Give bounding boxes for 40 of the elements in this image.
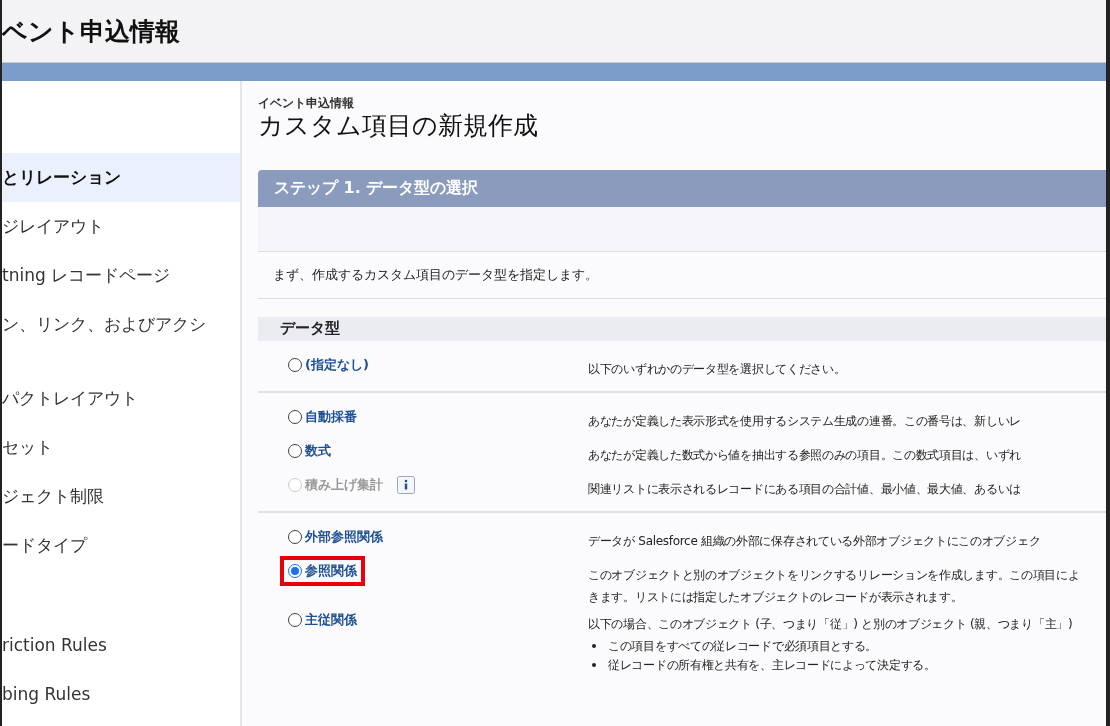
radio-button[interactable] xyxy=(288,529,302,544)
radio-button[interactable] xyxy=(288,409,302,424)
highlighted-option[interactable]: 参照関係 xyxy=(280,555,365,586)
sidebar-item[interactable]: riction Rules xyxy=(2,620,240,669)
bullet-icon xyxy=(592,644,596,648)
option-description: このオブジェクトと別のオブジェクトをリンクするリレーションを作成します。この項目によ xyxy=(588,566,1081,584)
radio-button[interactable] xyxy=(288,612,302,627)
section-heading: データ型 xyxy=(258,316,1106,341)
page-title: カスタム項目の新規作成 xyxy=(258,112,539,140)
radio-button[interactable] xyxy=(288,443,302,458)
radio-option[interactable]: 主従関係 xyxy=(280,604,365,635)
sidebar-item[interactable]: ードタイプ xyxy=(2,521,240,570)
bullet-text: この項目をすべての従レコードで必須項目とする。 xyxy=(608,637,878,655)
radio-option[interactable]: 自動採番 xyxy=(280,401,365,432)
bullet-icon xyxy=(592,663,596,667)
option-description: 以下の場合、このオブジェクト (子、つまり「従」) と別のオブジェクト (親、つまり「主」) xyxy=(588,615,1074,633)
sidebar-item[interactable]: セット xyxy=(2,423,240,472)
radio-option[interactable]: 数式 xyxy=(280,435,339,466)
sidebar-item[interactable]: とリレーション xyxy=(2,153,240,202)
sidebar-item[interactable]: ジレイアウト xyxy=(2,202,240,251)
radio-option[interactable]: (指定なし) xyxy=(280,349,377,380)
option-description: 以下のいずれかのデータ型を選択してください。 xyxy=(588,360,847,378)
breadcrumb: イベント申込情報 xyxy=(258,95,355,112)
option-description: あなたが定義した数式から値を抽出する参照のみの項目。この数式項目は、いずれ xyxy=(588,446,1022,464)
sidebar-item[interactable]: ジェクト制限 xyxy=(2,472,240,521)
radio-button[interactable] xyxy=(288,563,302,578)
instruction-text: まず、作成するカスタム項目のデータ型を指定します。 xyxy=(258,251,1106,299)
sidebar-item[interactable]: パクトレイアウト xyxy=(2,374,240,423)
sidebar-item[interactable]: ン、リンク、およびアクシ xyxy=(2,300,240,349)
option-description: きます。リストには指定したオブジェクトのレコードが表示されます。 xyxy=(588,588,964,606)
option-description: あなたが定義した表示形式を使用するシステム生成の連番。この番号は、新しいレ xyxy=(588,412,1022,430)
radio-button[interactable] xyxy=(288,357,302,372)
sidebar-item[interactable]: bing Rules xyxy=(2,669,240,718)
bullet-text: 従レコードの所有権と共有を、主レコードによって決定する。 xyxy=(608,656,936,674)
sidebar-item[interactable]: tning レコードページ xyxy=(2,251,240,300)
object-title: ベント申込情報 xyxy=(2,15,180,48)
radio-option[interactable]: 外部参照関係 xyxy=(280,521,391,552)
option-description: 関連リストに表示されるレコードにある項目の合計値、最小値、最大値、あるいは xyxy=(588,480,1022,498)
option-description: データが Salesforce 組織の外部に保存されている外部オブジェクトにこのオブジェク xyxy=(588,532,1042,550)
step-header: ステップ 1. データ型の選択 xyxy=(258,169,1106,207)
